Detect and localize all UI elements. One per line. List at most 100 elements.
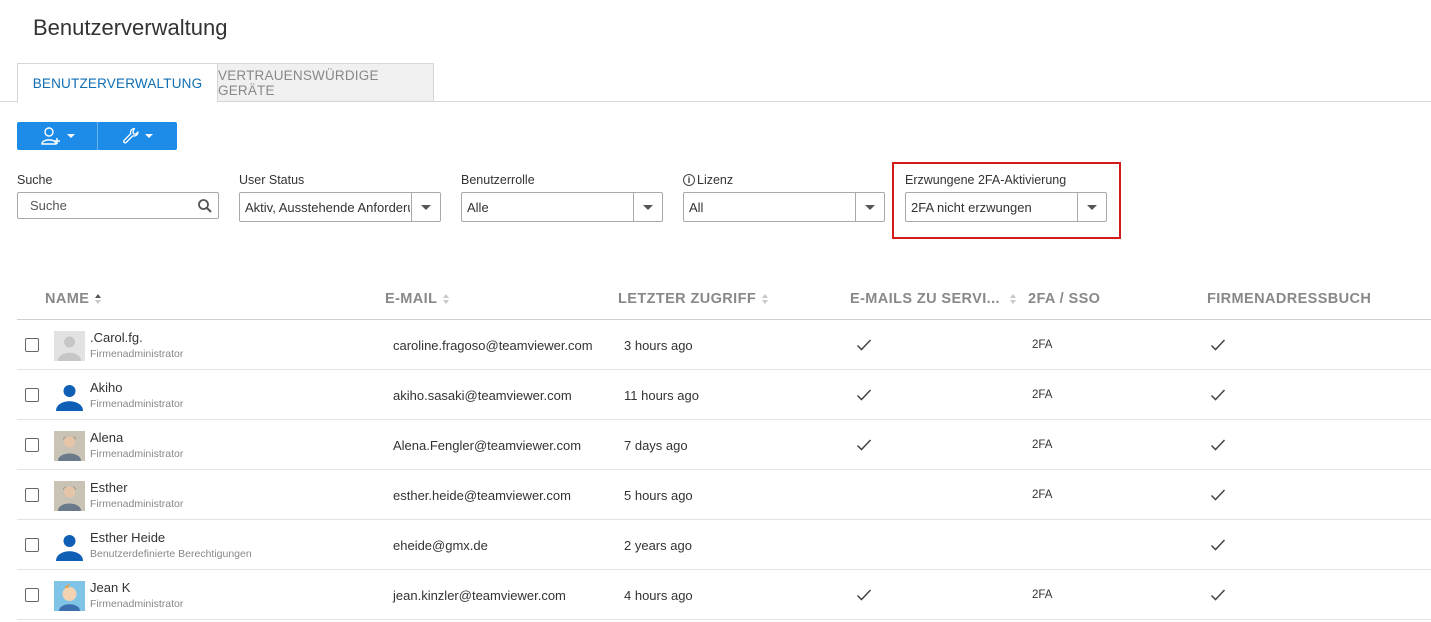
row-checkbox[interactable]	[25, 438, 39, 452]
avatar	[54, 331, 85, 361]
search-input[interactable]	[18, 193, 188, 218]
table-row[interactable]: .Carol.fg. Firmenadministrator caroline.fr…	[17, 320, 1431, 370]
avatar	[54, 531, 85, 561]
sort-icon	[443, 294, 450, 304]
avatar	[54, 431, 85, 461]
table-header: NAME E-MAIL LETZTER ZUGRIFF E-MAILS ZU S…	[17, 282, 1431, 320]
user-email: caroline.fragoso@teamviewer.com	[393, 338, 593, 353]
role-value: Alle	[467, 199, 489, 215]
user-name[interactable]: .Carol.fg.	[90, 330, 143, 345]
user-name[interactable]: Alena	[90, 430, 123, 445]
search-icon[interactable]	[197, 198, 213, 214]
row-checkbox[interactable]	[25, 588, 39, 602]
avatar	[54, 381, 85, 411]
checkmark-icon	[856, 438, 872, 452]
user-name[interactable]: Jean K	[90, 580, 130, 595]
page-title: Benutzerverwaltung	[33, 15, 228, 40]
settings-button[interactable]	[97, 122, 177, 150]
sort-icon	[95, 294, 102, 304]
checkmark-icon	[856, 338, 872, 352]
toolbar	[17, 122, 177, 150]
user-status-select[interactable]: Aktiv, Ausstehende Anforderungen	[239, 192, 441, 222]
license-select[interactable]: All	[683, 192, 885, 222]
user-role: Firmenadministrator	[90, 348, 184, 360]
last-access: 4 hours ago	[624, 588, 693, 603]
column-header-tfa: 2FA / SSO	[1028, 291, 1101, 307]
last-access: 11 hours ago	[624, 388, 699, 403]
user-status-label: User Status	[239, 173, 305, 187]
last-access: 7 days ago	[624, 438, 688, 453]
row-checkbox[interactable]	[25, 538, 39, 552]
user-email: akiho.sasaki@teamviewer.com	[393, 388, 572, 403]
tfa-filter: Erzwungene 2FA-Aktivierung 2FA nicht erz…	[905, 172, 1107, 222]
dropdown-arrow-icon[interactable]	[855, 193, 884, 221]
user-role: Firmenadministrator	[90, 598, 184, 610]
chevron-down-icon	[66, 134, 75, 138]
dropdown-arrow-icon[interactable]	[411, 193, 440, 221]
row-checkbox[interactable]	[25, 388, 39, 402]
role-select[interactable]: Alle	[461, 192, 663, 222]
chevron-down-icon	[145, 134, 153, 138]
search-box	[17, 192, 219, 219]
table-row[interactable]: Esther Firmenadministrator esther.heide@te…	[17, 470, 1431, 520]
avatar	[54, 481, 85, 511]
user-email: esther.heide@teamviewer.com	[393, 488, 571, 503]
tfa-value: 2FA nicht erzwungen	[911, 199, 1032, 215]
column-header-name[interactable]: NAME	[45, 291, 102, 307]
checkmark-icon	[1210, 538, 1226, 552]
table-row[interactable]: Esther Heide Benutzerdefinierte Berechtig…	[17, 520, 1431, 570]
last-access: 3 hours ago	[624, 338, 693, 353]
user-email: jean.kinzler@teamviewer.com	[393, 588, 566, 603]
checkmark-icon	[1210, 488, 1226, 502]
user-email: Alena.Fengler@teamviewer.com	[393, 438, 582, 453]
user-role: Benutzerdefinierte Berechtigungen	[90, 548, 252, 560]
avatar	[54, 581, 85, 611]
user-status-value: Aktiv, Ausstehende Anforderungen	[245, 199, 410, 215]
role-filter: Benutzerrolle Alle	[461, 172, 663, 222]
tab-bar: BENUTZERVERWALTUNG VERTRAUENSWÜRDIGE GER…	[0, 63, 1431, 103]
column-header-last-access[interactable]: LETZTER ZUGRIFF	[618, 291, 769, 307]
dropdown-arrow-icon[interactable]	[633, 193, 662, 221]
checkmark-icon	[856, 588, 872, 602]
tab-user-management[interactable]: BENUTZERVERWALTUNG	[17, 63, 218, 103]
checkmark-icon	[1210, 438, 1226, 452]
tfa-status: 2FA	[1032, 589, 1053, 601]
sort-icon	[762, 294, 769, 304]
table-row[interactable]: Alena Firmenadministrator Alena.Fengler@te…	[17, 420, 1431, 470]
dropdown-arrow-icon[interactable]	[1077, 193, 1106, 221]
tfa-status: 2FA	[1032, 489, 1053, 501]
table-row[interactable]: Jean K Firmenadministrator jean.kinzler@te…	[17, 570, 1431, 620]
license-value: All	[689, 199, 704, 215]
role-label: Benutzerrolle	[461, 173, 535, 187]
add-user-icon	[40, 127, 60, 145]
tfa-status: 2FA	[1032, 389, 1053, 401]
tfa-select[interactable]: 2FA nicht erzwungen	[905, 192, 1107, 222]
column-header-email[interactable]: E-MAIL	[385, 291, 450, 307]
row-checkbox[interactable]	[25, 338, 39, 352]
checkmark-icon	[1210, 388, 1226, 402]
tfa-status: 2FA	[1032, 439, 1053, 451]
tfa-label: Erzwungene 2FA-Aktivierung	[905, 173, 1067, 187]
user-role: Firmenadministrator	[90, 498, 184, 510]
last-access: 2 years ago	[624, 538, 692, 553]
table-row[interactable]: Akiho Firmenadministrator akiho.sasaki@tea…	[17, 370, 1431, 420]
user-name[interactable]: Esther	[90, 480, 128, 495]
checkmark-icon	[1210, 338, 1226, 352]
last-access: 5 hours ago	[624, 488, 693, 503]
license-filter: i Lizenz All	[683, 172, 885, 222]
user-role: Firmenadministrator	[90, 398, 184, 410]
tfa-status: 2FA	[1032, 339, 1053, 351]
row-checkbox[interactable]	[25, 488, 39, 502]
checkmark-icon	[1210, 588, 1226, 602]
column-header-service-mails[interactable]: E-MAILS ZU SERVI...	[850, 291, 1016, 307]
user-role: Firmenadministrator	[90, 448, 184, 460]
add-user-button[interactable]	[17, 122, 97, 150]
search-filter: Suche	[17, 172, 219, 219]
user-name[interactable]: Esther Heide	[90, 530, 165, 545]
user-status-filter: User Status Aktiv, Ausstehende Anforderu…	[239, 172, 441, 222]
user-name[interactable]: Akiho	[90, 380, 123, 395]
sort-icon	[1009, 294, 1016, 304]
wrench-icon	[123, 127, 139, 144]
info-icon[interactable]: i	[683, 174, 695, 186]
tab-trusted-devices[interactable]: VERTRAUENSWÜRDIGE GERÄTE	[217, 63, 434, 102]
